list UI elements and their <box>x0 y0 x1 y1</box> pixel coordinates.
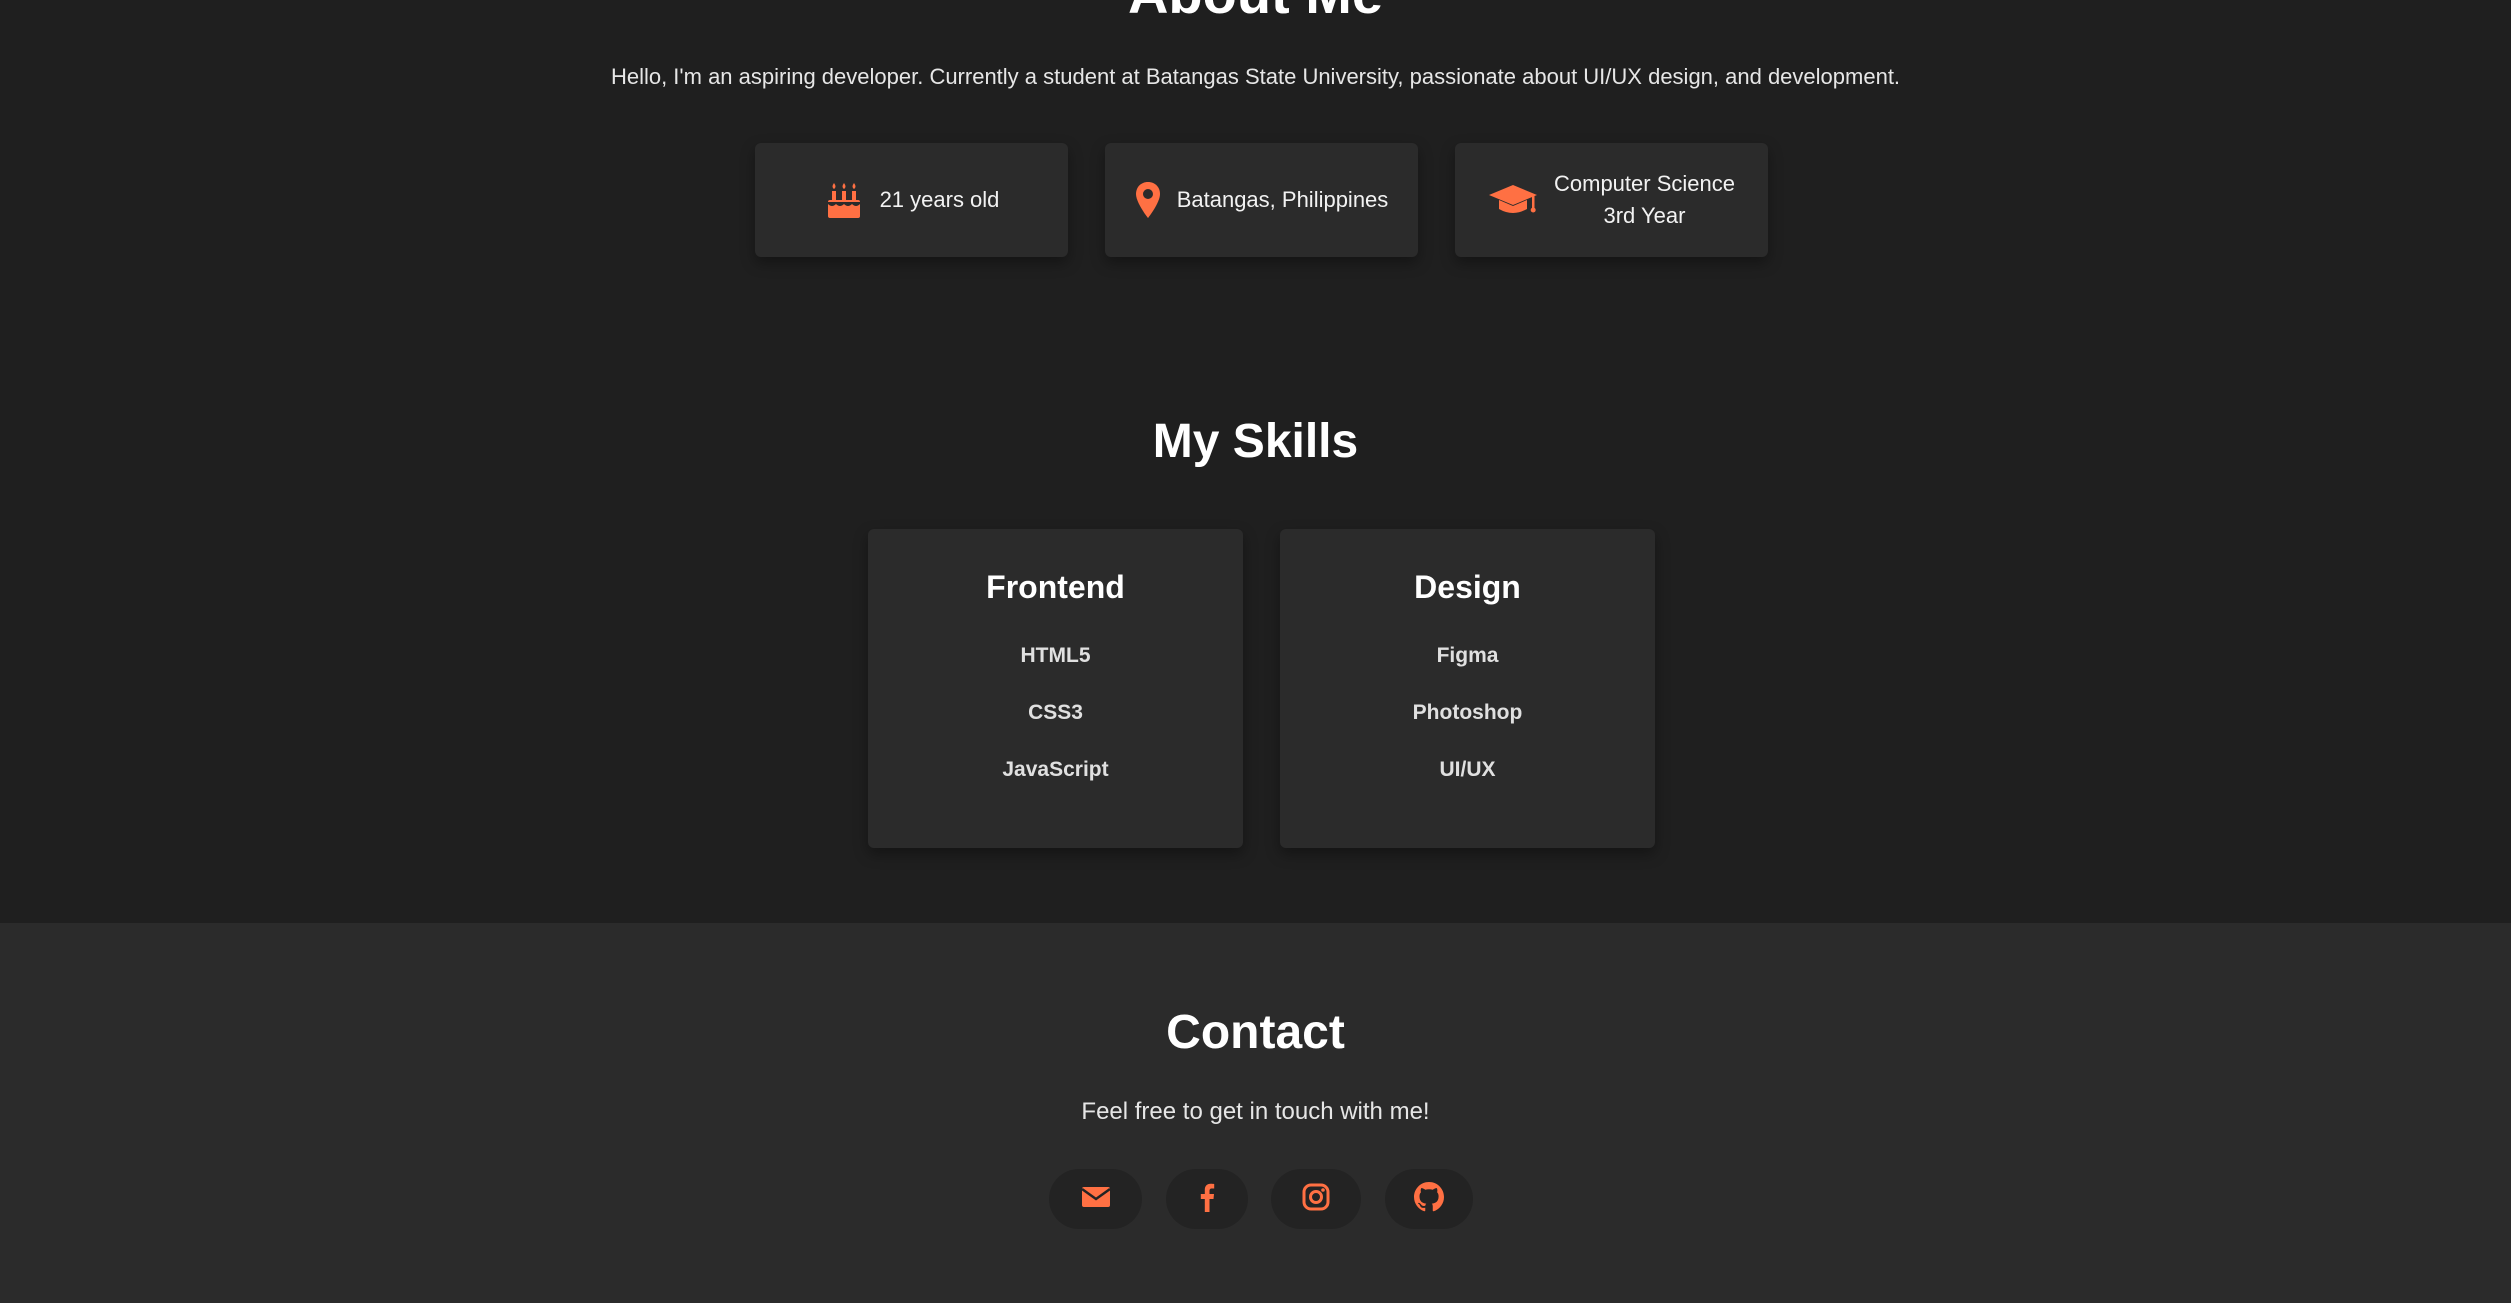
contact-subtitle: Feel free to get in touch with me! <box>1081 1098 1430 1125</box>
about-title: About Me <box>0 0 2511 22</box>
education-text: Computer Science 3rd Year <box>1554 168 1735 232</box>
skill-card-title: Design <box>1414 569 1521 605</box>
graduation-cap-icon <box>1488 181 1538 219</box>
instagram-icon <box>1302 1183 1330 1216</box>
envelope-icon <box>1080 1185 1111 1214</box>
skill-item: Photoshop <box>1412 701 1523 724</box>
education-program: Computer Science <box>1554 171 1735 196</box>
skill-list: Figma Photoshop UI/UX <box>1280 627 1655 798</box>
facebook-link[interactable] <box>1166 1169 1248 1229</box>
about-description: Hello, I'm an aspiring developer. Curren… <box>610 64 1901 89</box>
instagram-link[interactable] <box>1271 1169 1361 1229</box>
skill-item: HTML5 <box>1020 644 1091 667</box>
info-card-education: Computer Science 3rd Year <box>1455 143 1768 257</box>
skill-item: CSS3 <box>1028 701 1083 724</box>
contact-section: Contact Feel free to get in touch with m… <box>0 923 2511 1303</box>
skill-card-design: Design Figma Photoshop UI/UX <box>1280 529 1655 848</box>
github-icon <box>1414 1181 1444 1217</box>
skill-list: HTML5 CSS3 JavaScript <box>868 627 1243 798</box>
birthday-cake-icon <box>824 180 864 220</box>
info-card-location: Batangas, Philippines <box>1105 143 1418 257</box>
location-text: Batangas, Philippines <box>1176 187 1389 212</box>
contact-title: Contact <box>1166 1006 1345 1059</box>
education-year: 3rd Year <box>1603 203 1686 228</box>
skill-item: UI/UX <box>1439 758 1496 781</box>
age-text: 21 years old <box>879 187 1000 212</box>
map-marker-icon <box>1135 181 1161 219</box>
info-card-age: 21 years old <box>755 143 1068 257</box>
skill-card-title: Frontend <box>986 569 1125 605</box>
skills-title: My Skills <box>1152 415 1359 468</box>
skill-card-frontend: Frontend HTML5 CSS3 JavaScript <box>868 529 1243 848</box>
email-link[interactable] <box>1049 1169 1142 1229</box>
skill-item: JavaScript <box>1002 758 1109 781</box>
about-section: About Me Hello, I'm an aspiring develope… <box>0 0 2511 923</box>
github-link[interactable] <box>1385 1169 1473 1229</box>
skill-item: Figma <box>1436 644 1499 667</box>
facebook-icon <box>1199 1182 1215 1217</box>
